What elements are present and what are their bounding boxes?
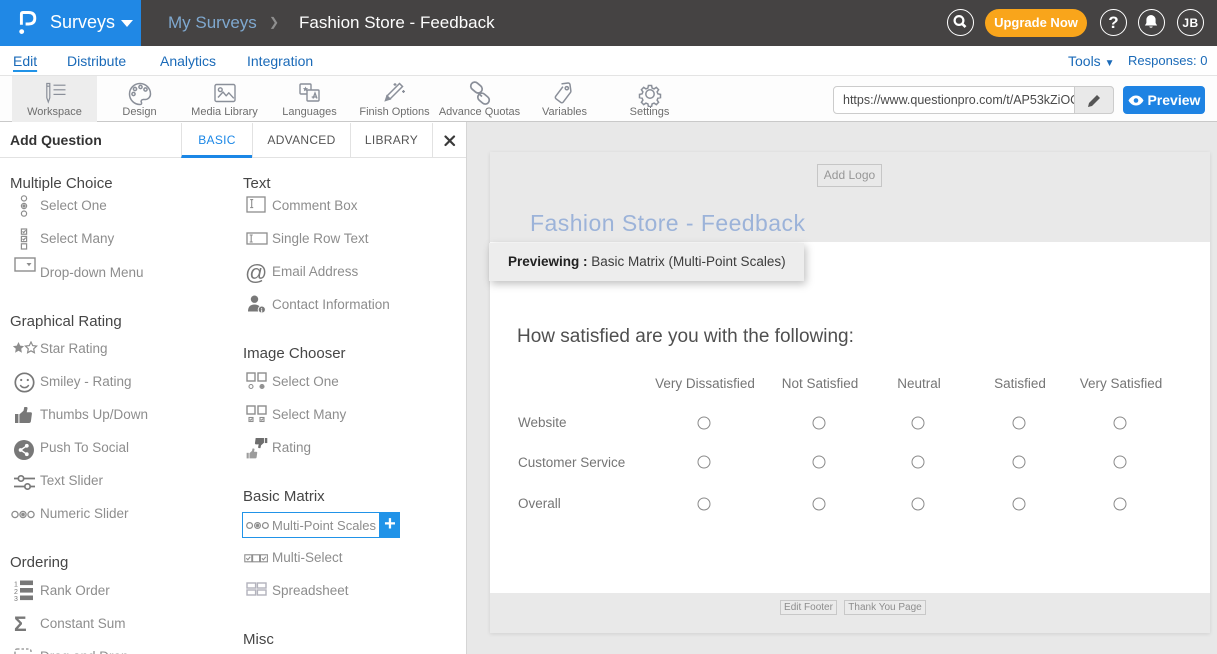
svg-text:3: 3 — [14, 596, 18, 601]
svg-text:1: 1 — [14, 582, 18, 589]
svg-text:i: i — [261, 307, 263, 314]
svg-text:2: 2 — [14, 589, 18, 596]
